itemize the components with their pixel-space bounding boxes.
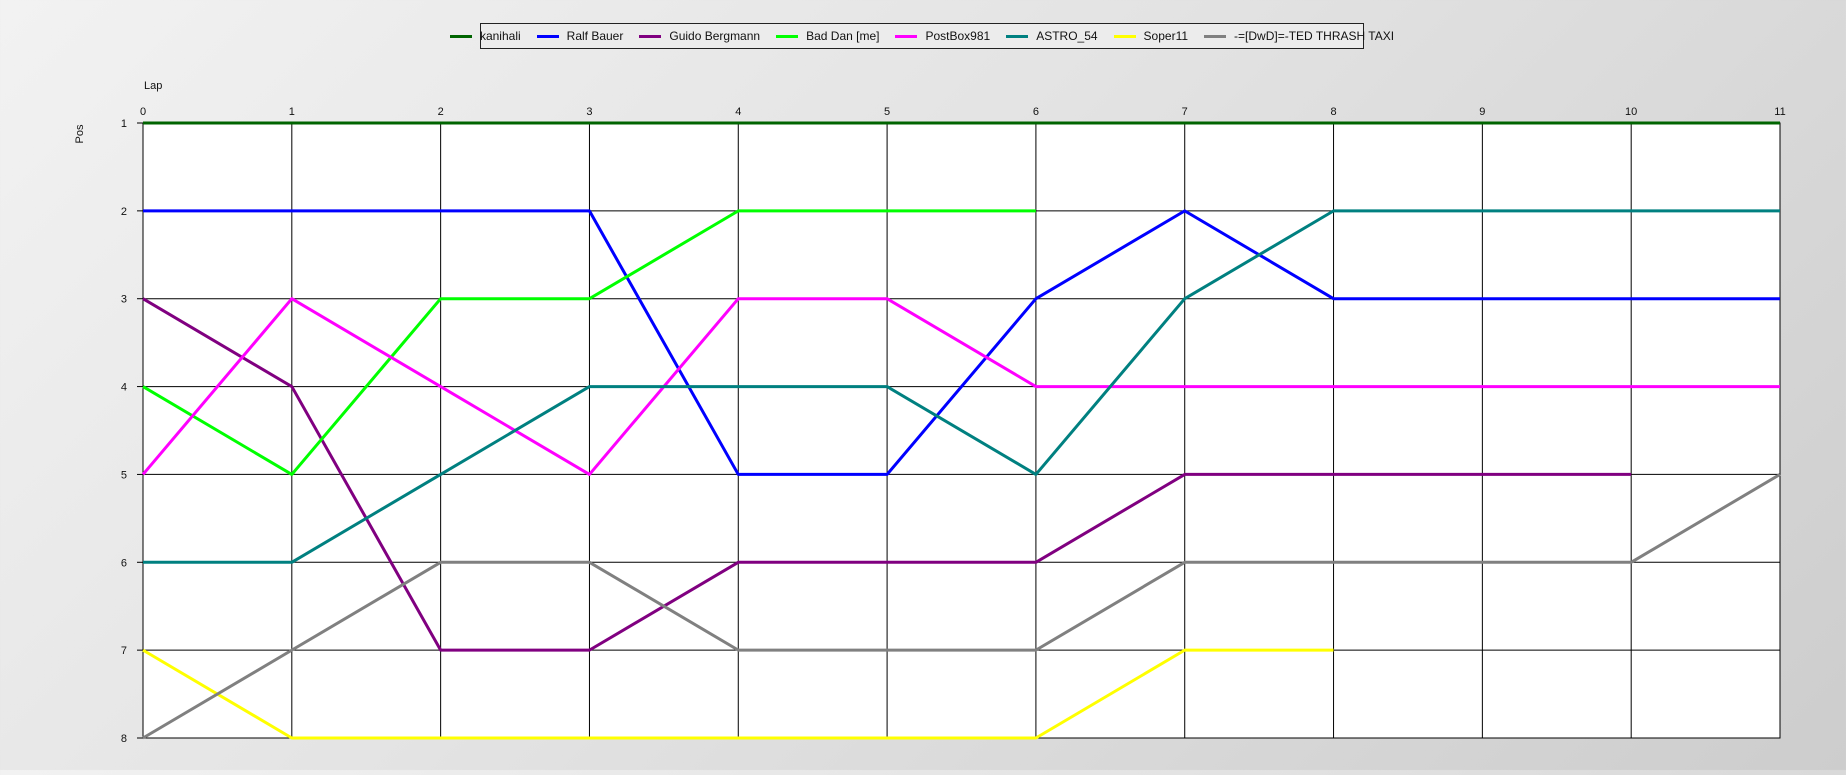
x-tick-label: 4 — [735, 106, 741, 118]
race-position-chart: kanihali Ralf Bauer Guido Bergmann Bad Dan … — [0, 0, 1846, 770]
legend-label: PostBox981 — [925, 29, 991, 43]
y-tick-label: 3 — [121, 294, 127, 306]
legend-label: Ralf Bauer — [566, 29, 624, 43]
y-tick-label: 1 — [121, 118, 127, 130]
x-tick-label: 0 — [140, 106, 146, 118]
y-tick-label: 2 — [121, 206, 127, 218]
legend-swatch — [639, 34, 662, 38]
legend-swatch — [1006, 34, 1029, 38]
legend-label: -=[DwD]=-TED THRASH TAXI — [1234, 29, 1395, 43]
legend-label: Bad Dan [me] — [806, 29, 880, 43]
legend-swatch — [536, 34, 559, 38]
legend-item: PostBox981 — [895, 29, 990, 43]
y-axis-title: Pos — [74, 124, 86, 143]
legend-label: ASTRO_54 — [1036, 29, 1098, 43]
x-tick-label: 7 — [1182, 106, 1188, 118]
y-tick-label: 4 — [121, 382, 127, 394]
x-tick-label: 10 — [1625, 106, 1637, 118]
legend-swatch — [1204, 34, 1227, 38]
y-tick-label: 7 — [121, 645, 127, 657]
x-tick-label: 6 — [1033, 106, 1039, 118]
y-tick-label: 8 — [121, 733, 127, 745]
plot-area: 0 1 2 3 4 5 6 7 8 9 10 1112345678LapPos — [74, 80, 1786, 745]
legend-item: -=[DwD]=-TED THRASH TAXI — [1204, 29, 1394, 43]
x-axis-title: Lap — [144, 80, 162, 92]
legend-item: Bad Dan [me] — [776, 29, 879, 43]
legend-swatch — [1113, 34, 1136, 38]
legend-item: Ralf Bauer — [536, 29, 624, 43]
legend-label: Soper11 — [1143, 29, 1189, 43]
y-tick-label: 6 — [121, 557, 127, 569]
y-tick-label: 5 — [121, 469, 127, 481]
x-tick-label: 9 — [1479, 106, 1485, 118]
legend-swatch — [776, 34, 799, 38]
x-tick-label: 2 — [438, 106, 444, 118]
chart-legend: kanihali Ralf Bauer Guido Bergmann Bad Dan … — [449, 23, 1394, 49]
legend-item: Soper11 — [1113, 29, 1189, 43]
legend-swatch — [449, 34, 472, 38]
legend-item: kanihali — [449, 29, 521, 43]
x-tick-label: 11 — [1774, 106, 1785, 118]
x-tick-label: 8 — [1330, 106, 1336, 118]
legend-item: Guido Bergmann — [639, 29, 760, 43]
legend-swatch — [895, 34, 918, 38]
x-tick-label: 3 — [586, 106, 592, 118]
x-tick-label: 1 — [289, 106, 295, 118]
legend-label: kanihali — [479, 29, 521, 43]
legend-item: ASTRO_54 — [1006, 29, 1098, 43]
x-tick-label: 5 — [884, 106, 890, 118]
legend-label: Guido Bergmann — [669, 29, 761, 43]
